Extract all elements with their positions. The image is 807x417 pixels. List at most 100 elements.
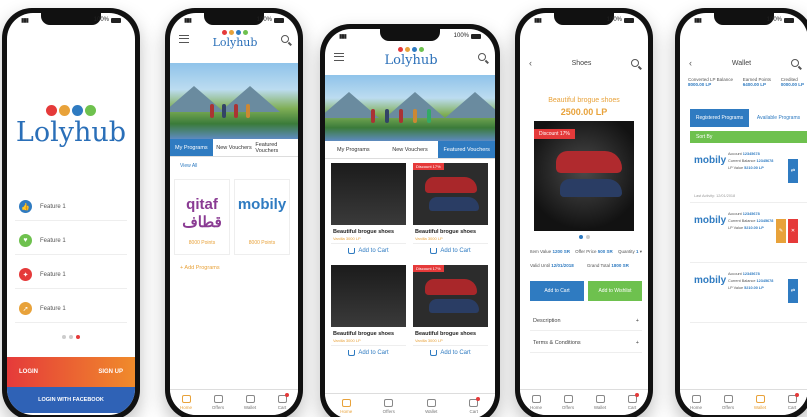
tab-home[interactable]: Home — [170, 390, 202, 415]
balloon-red — [46, 105, 57, 116]
product-title: Beautiful brogue shoes — [415, 331, 477, 337]
red-shoe-shape — [425, 177, 477, 193]
product-card[interactable]: Discount 17% Beautiful brogue shoes Vani… — [413, 163, 488, 259]
partner-card-mobily[interactable]: mobily 8000 Points — [234, 179, 290, 255]
discount-badge: Discount 17% — [413, 163, 444, 170]
feature-item[interactable]: ♥ Feature 1 — [15, 227, 127, 255]
program-card[interactable]: mobily Account 12345678 Current Balance … — [690, 265, 807, 323]
tab-wallet[interactable]: Wallet — [584, 390, 616, 415]
tab-new-vouchers[interactable]: New Vouchers — [213, 139, 256, 156]
balloon-orange — [59, 105, 70, 116]
page-dot[interactable] — [69, 335, 73, 339]
tab-home[interactable]: Home — [520, 390, 552, 415]
discount-badge: Discount 17% — [413, 265, 444, 272]
add-programs-link[interactable]: + Add Programs — [180, 265, 220, 271]
product-image[interactable]: Discount 17% — [534, 121, 634, 231]
delete-icon[interactable]: ✕ — [788, 219, 798, 243]
status-bar: ▮▮▮ 100% — [184, 15, 284, 25]
login-button[interactable]: LOGIN — [19, 369, 38, 375]
tab-offers[interactable]: Offers — [202, 390, 234, 415]
logo-text: Lolyhub — [212, 35, 258, 49]
page-dot-active[interactable] — [76, 335, 80, 339]
bottom-tab-bar: Home Offers Wallet Cart — [680, 389, 807, 415]
tab-label: Cart — [787, 405, 797, 410]
tab-featured-vouchers[interactable]: Featured Vouchers — [255, 139, 298, 156]
feature-item[interactable]: ➚ Feature 1 — [15, 295, 127, 323]
converted-balance: Converted LP Balance 8000.00 LP — [688, 77, 733, 87]
tab-offers[interactable]: Offers — [712, 390, 744, 415]
feature-item[interactable]: 👍 Feature 1 — [15, 193, 127, 221]
product-card[interactable]: Beautiful brogue shoes Vanilla 3000 LP A… — [331, 265, 406, 361]
page-indicator[interactable] — [7, 335, 135, 339]
quantity-stepper[interactable]: Quantity 1 ▾ — [618, 249, 642, 255]
tab-wallet[interactable]: Wallet — [410, 394, 453, 417]
exchange-button[interactable]: ⇄ — [788, 279, 798, 303]
signup-button[interactable]: SIGN UP — [98, 369, 123, 375]
page-dot-active[interactable] — [578, 235, 583, 239]
tab-offers[interactable]: Offers — [552, 390, 584, 415]
tab-wallet[interactable]: Wallet — [744, 390, 776, 415]
tab-home[interactable]: Home — [680, 390, 712, 415]
sort-by-dropdown[interactable]: Sort By — [690, 131, 807, 143]
bottom-tab-bar: Home Offers Wallet Cart — [325, 393, 495, 417]
search-icon[interactable] — [281, 35, 289, 43]
menu-icon[interactable] — [179, 35, 189, 43]
red-shoe-shape — [556, 151, 622, 173]
feature-item[interactable]: ✦ Feature 1 — [15, 261, 127, 289]
add-to-cart-button[interactable]: Add to Cart — [413, 243, 488, 257]
search-icon[interactable] — [478, 53, 486, 61]
program-details: Account 12345678 Current Balance 1234567… — [728, 212, 774, 230]
tab-home[interactable]: Home — [325, 394, 368, 417]
add-to-cart-button[interactable]: Add to Cart — [530, 281, 584, 301]
tab-cart[interactable]: Cart — [266, 390, 298, 415]
tab-new-vouchers[interactable]: New Vouchers — [382, 141, 439, 158]
partner-brand: qitaf قطاف — [182, 196, 222, 231]
add-to-wishlist-button[interactable]: Add to Wishlist — [588, 281, 642, 301]
program-card[interactable]: mobily Account 12345678 Current Balance … — [690, 205, 807, 263]
add-to-cart-button[interactable]: Add to Cart — [413, 345, 488, 359]
tab-offers[interactable]: Offers — [368, 394, 411, 417]
tab-available-programs[interactable]: Available Programs — [749, 109, 807, 127]
search-icon[interactable] — [630, 59, 639, 67]
phone-vouchers: ▮▮▮ 100% Lolyhub My Programs New Voucher… — [320, 24, 500, 417]
image-pager[interactable] — [520, 235, 648, 239]
facebook-login-button[interactable]: LOGIN WITH FACEBOOK — [7, 387, 135, 413]
tab-registered-programs[interactable]: Registered Programs — [690, 109, 749, 127]
tab-featured-vouchers[interactable]: Featured Vouchers — [438, 141, 495, 158]
feature-label: Feature 1 — [40, 271, 66, 278]
mountain-shape — [220, 86, 280, 113]
tab-my-programs[interactable]: My Programs — [325, 141, 382, 158]
partner-card-qitaf[interactable]: qitaf قطاف 8000 Points — [174, 179, 230, 255]
hiker-figure — [246, 103, 250, 118]
tab-cart[interactable]: Cart — [776, 390, 807, 415]
grand-total: Grand Total 1800 SR — [586, 263, 629, 268]
wallet-icon — [755, 395, 765, 403]
add-to-cart-button[interactable]: Add to Cart — [331, 345, 406, 359]
terms-accordion[interactable]: Terms & Conditions + — [530, 333, 642, 353]
description-accordion[interactable]: Description + — [530, 311, 642, 331]
back-icon[interactable]: ‹ — [689, 58, 692, 68]
exchange-button[interactable]: ⇄ — [788, 159, 798, 183]
auth-bar: LOGIN SIGN UP — [7, 357, 135, 387]
edit-icon[interactable]: ✎ — [776, 219, 786, 243]
view-all-link[interactable]: View All — [180, 163, 197, 169]
tab-cart[interactable]: Cart — [616, 390, 648, 415]
tab-label: Cart — [627, 405, 637, 410]
menu-icon[interactable] — [334, 53, 344, 61]
feature-label: Feature 1 — [40, 305, 66, 312]
page-dot[interactable] — [62, 335, 66, 339]
tab-wallet[interactable]: Wallet — [234, 390, 266, 415]
tab-cart[interactable]: Cart — [453, 394, 496, 417]
logo-text: Lolyhub — [15, 117, 127, 148]
cart-icon — [348, 349, 356, 356]
back-icon[interactable]: ‹ — [529, 58, 532, 68]
offer-price: Offer Price 500 SR — [575, 249, 613, 254]
hiker-figure — [222, 103, 226, 118]
product-card[interactable]: Discount 17% Beautiful brogue shoes Vani… — [413, 265, 488, 361]
page-dot[interactable] — [585, 235, 590, 239]
search-icon[interactable] — [790, 59, 799, 67]
add-to-cart-button[interactable]: Add to Cart — [331, 243, 406, 257]
product-card[interactable]: Beautiful brogue shoes Vanilla 3000 LP A… — [331, 163, 406, 259]
program-card[interactable]: mobily Account 12345678 Current Balance … — [690, 145, 807, 203]
tab-my-programs[interactable]: My Programs — [170, 139, 213, 156]
